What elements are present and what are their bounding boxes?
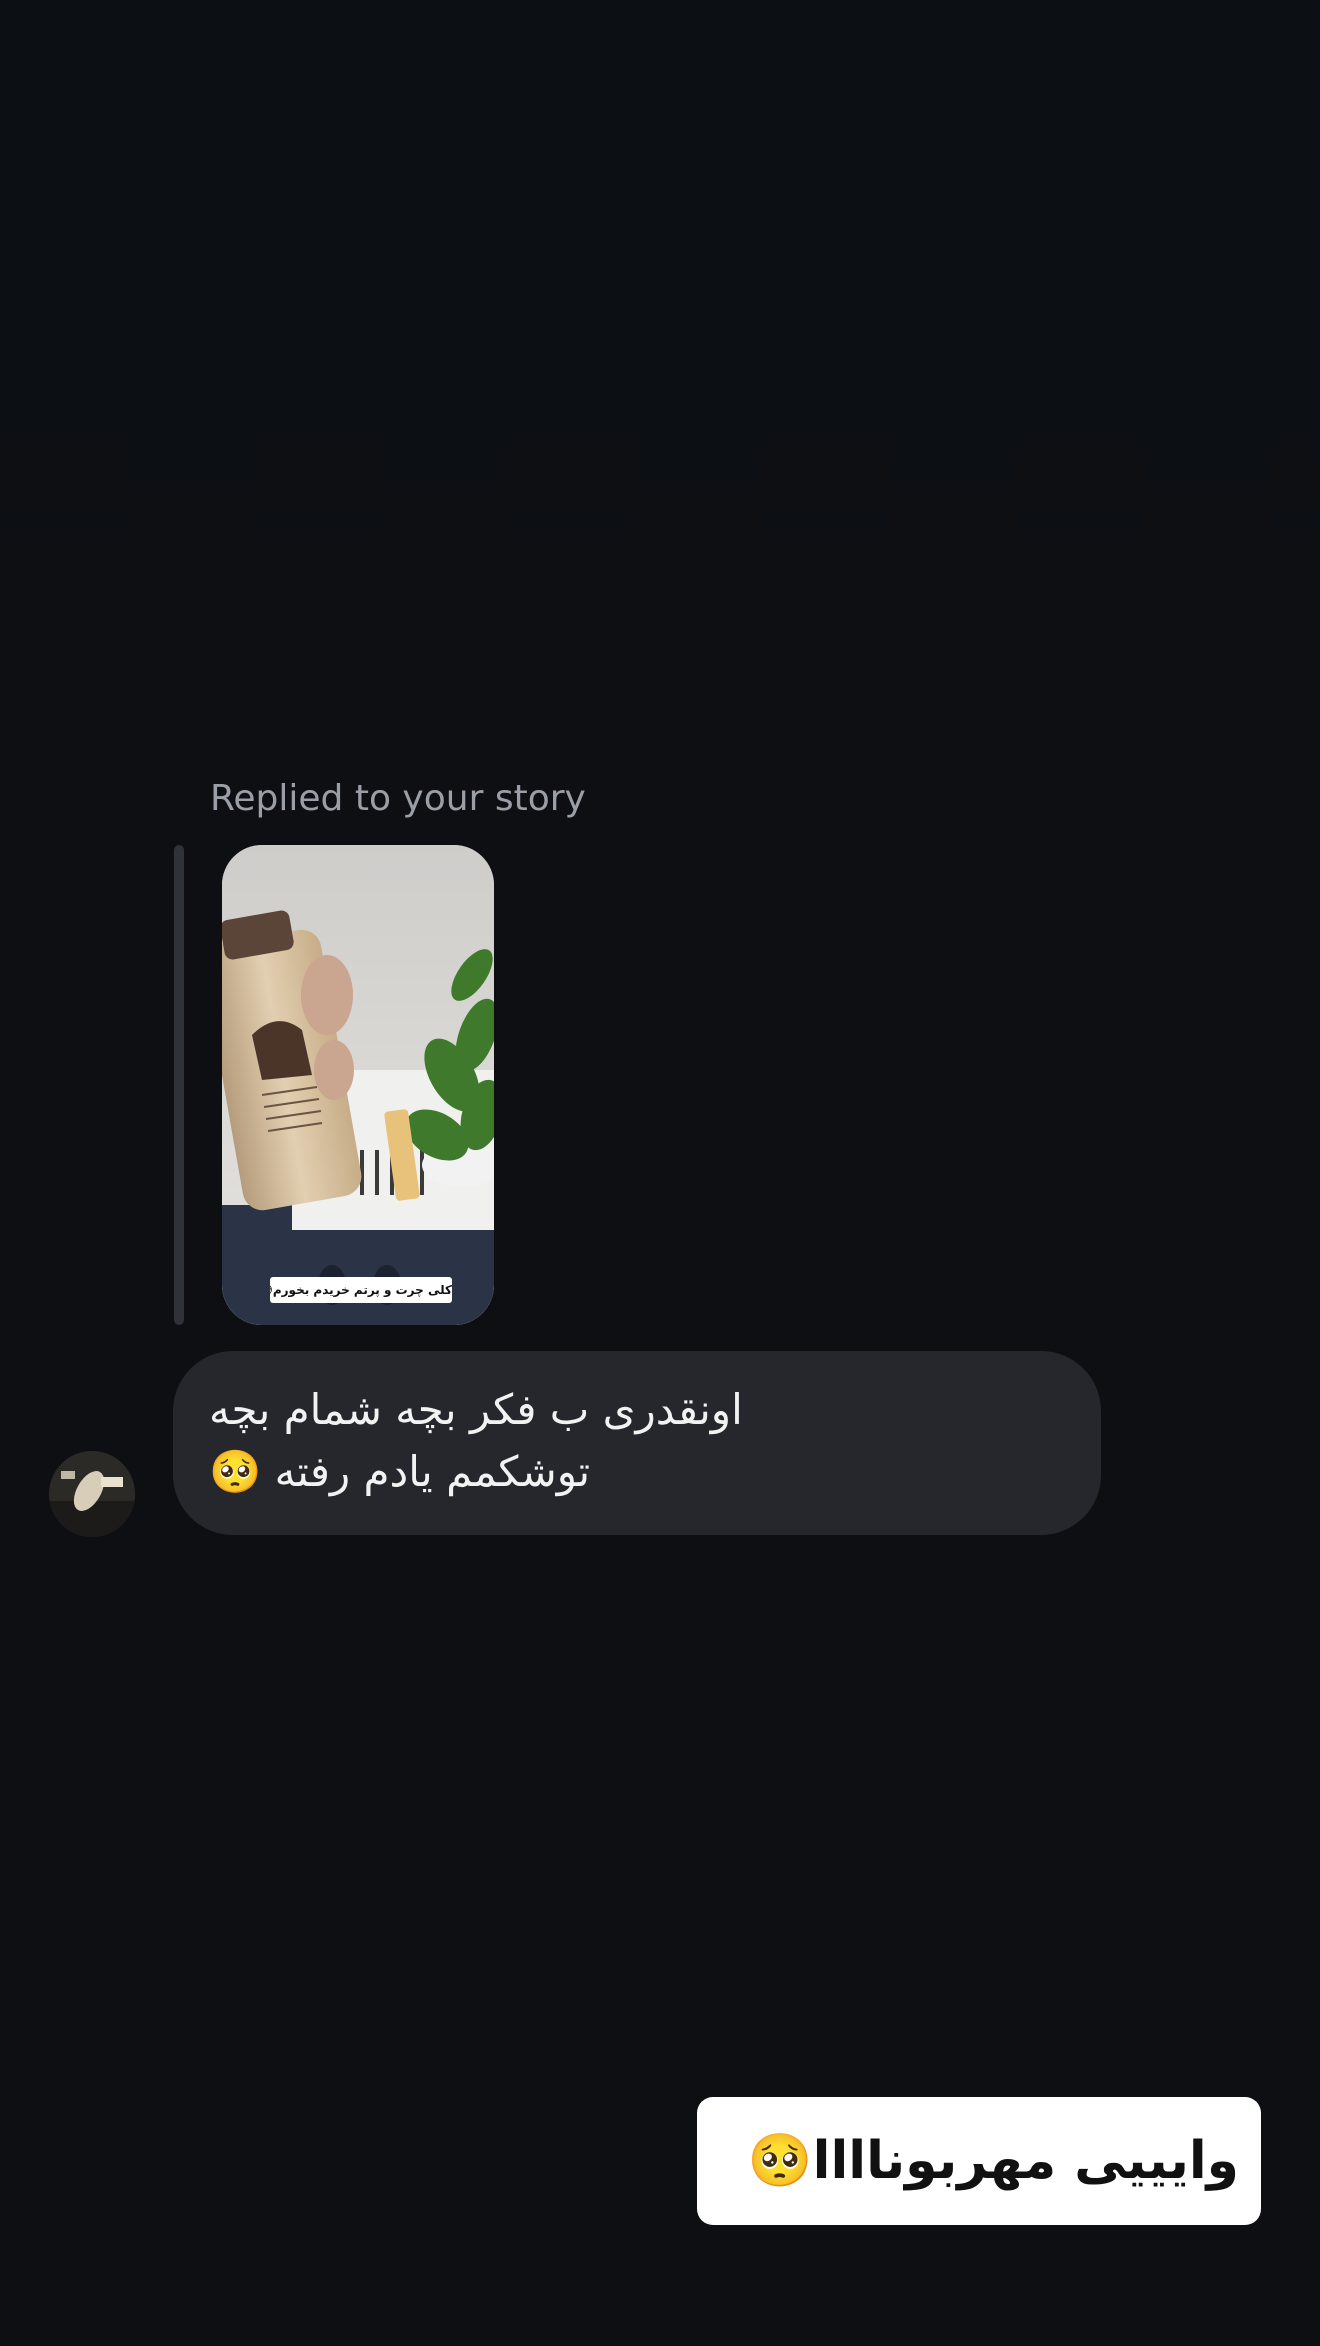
avatar-image [49, 1451, 135, 1537]
outgoing-message-text: وایییی مهربوناااا🥺 [747, 2131, 1239, 2191]
incoming-message-bubble[interactable]: اونقدری ب فکر بچه شمام بچه توشکمم یادم ر… [173, 1351, 1101, 1535]
empty-chat-area [0, 0, 1320, 760]
chat-screen: Replied to your story کلی چرت و پرتم خری… [0, 0, 1320, 2346]
story-thumbnail[interactable]: کلی چرت و پرتم خریدم بخورم😅👍 [222, 845, 494, 1325]
story-caption: کلی چرت و پرتم خریدم بخورم😅👍 [270, 1277, 452, 1303]
outgoing-message-bubble[interactable]: وایییی مهربوناااا🥺 [697, 2097, 1261, 2225]
reply-indicator-bar [174, 845, 184, 1325]
sender-avatar[interactable] [49, 1451, 135, 1537]
incoming-message-text: اونقدری ب فکر بچه شمام بچه توشکمم یادم ر… [209, 1385, 743, 1496]
replied-to-story-label: Replied to your story [210, 778, 586, 819]
story-image [222, 845, 494, 1325]
